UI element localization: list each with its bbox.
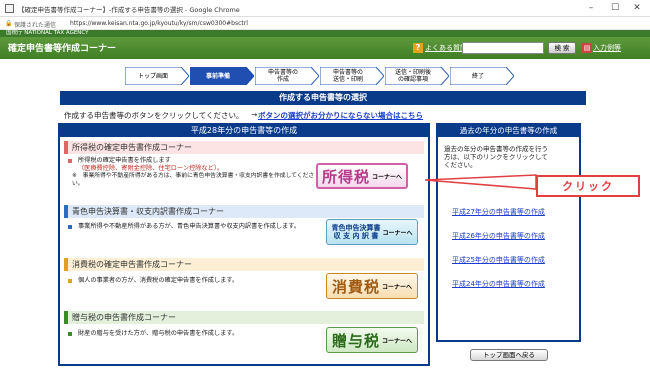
panel-title: 過去の年分の申告書等の作成 xyxy=(459,126,558,135)
button-label: 所得税 xyxy=(321,167,370,186)
button-label: 消費税 xyxy=(331,277,380,296)
step-label: 事前準備 xyxy=(205,72,230,80)
blue-return-desc: 事業所得や不動産所得がある方が、青色申告決算書や収支内訳書を作成します。 xyxy=(78,223,301,230)
current-year-panel: 平成28年分の申告書等の作成 所得税の確定申告書作成コーナー 所得税の確定申告書… xyxy=(58,123,430,366)
step-confirm: 送信・印刷後 の確認事項 xyxy=(385,67,449,85)
button-suffix: コーナーへ xyxy=(382,337,413,345)
help-selection-link[interactable]: ボタンの選択がお分かりにならない場合はこちら xyxy=(258,110,423,121)
page-title: 作成する申告書等の選択 xyxy=(60,91,586,105)
step-preparation: 事前準備 xyxy=(190,67,254,85)
url-text[interactable]: https://www.keisan.nta.go.jp/kyoutu/ky/s… xyxy=(70,20,248,27)
button-suffix: コーナーへ xyxy=(382,229,413,237)
income-tax-description: 所得税の確定申告書を作成します （医療費控除、寄附金控除、住宅ローン控除など）。… xyxy=(72,157,323,188)
consumption-tax-heading: 消費税の確定申告書作成コーナー xyxy=(64,258,424,271)
panel-body: 所得税の確定申告書作成コーナー 所得税の確定申告書を作成します （医療費控除、寄… xyxy=(60,137,428,364)
lock-icon: 🔒 xyxy=(5,20,13,27)
past-years-panel: 過去の年分の申告書等の作成 過去の年分の申告書等の作成を行う方は、以下のリンクを… xyxy=(436,123,581,342)
bullet-icon xyxy=(68,225,72,229)
year-link-h25[interactable]: 平成25年分の申告書等の作成 xyxy=(452,255,545,265)
bullet-icon xyxy=(68,159,72,163)
browser-titlebar: 【確定申告書等作成コーナー】-作成する申告書等の選択 - Google Chro… xyxy=(0,0,650,17)
search-button[interactable]: 検 索 xyxy=(548,42,576,54)
faq-link[interactable]: よくある質問 xyxy=(425,43,467,53)
step-top: トップ画面 xyxy=(125,67,189,85)
button-label-top: 青色申告決算書 xyxy=(331,224,381,232)
search-input[interactable] xyxy=(462,42,544,54)
income-tax-note: ※ 事業所得や不動産所得がある方は、事前に青色申告決算書・収支内訳書を作成してく… xyxy=(72,173,315,187)
button-label-bottom: 収 支 内 訳 書 xyxy=(333,232,379,240)
address-bar[interactable]: 🔒 保護された通信 https://www.keisan.nta.go.jp/k… xyxy=(0,17,650,30)
page-favicon-icon xyxy=(5,4,14,13)
bullet-icon xyxy=(68,332,72,336)
step-label: 申告書等の 作成 xyxy=(267,69,298,83)
income-tax-desc-line1: 所得税の確定申告書を作成します xyxy=(78,157,171,164)
gift-tax-desc: 財産の贈与を受けた方が、贈与税の申告書を作成します。 xyxy=(78,330,239,337)
year-link-h27[interactable]: 平成27年分の申告書等の作成 xyxy=(452,207,545,217)
gift-tax-button[interactable]: 贈与税 コーナーへ xyxy=(326,327,418,353)
maximize-icon[interactable]: ☐ xyxy=(604,2,626,14)
click-annotation: クリック xyxy=(536,175,640,197)
help-link[interactable]: 入力例等 xyxy=(593,43,621,53)
step-create: 申告書等の 作成 xyxy=(255,67,319,85)
corner-title: 確定申告書等作成コーナー xyxy=(8,44,117,54)
blue-return-button[interactable]: 青色申告決算書 収 支 内 訳 書 コーナーへ xyxy=(326,219,418,245)
button-label-stack: 青色申告決算書 収 支 内 訳 書 xyxy=(331,224,380,240)
panel-title: 平成28年分の申告書等の作成 xyxy=(190,126,298,135)
year-link-h24[interactable]: 平成24年分の申告書等の作成 xyxy=(452,279,545,289)
minimize-icon[interactable]: – xyxy=(580,2,602,14)
step-label: 送信・印刷後 の確認事項 xyxy=(394,69,431,83)
window-title: 【確定申告書等作成コーナー】-作成する申告書等の選択 - Google Chro… xyxy=(18,6,240,14)
security-label: 保護された通信 xyxy=(14,22,57,29)
site-header: 確定申告書等作成コーナー ? よくある質問 検 索 ▤ 入力例等 xyxy=(0,37,650,59)
arrow-icon: → xyxy=(251,110,258,119)
agency-name: 国税庁 NATIONAL TAX AGENCY xyxy=(6,30,89,36)
book-icon: ▤ xyxy=(582,43,592,53)
year-link-h26[interactable]: 平成26年分の申告書等の作成 xyxy=(452,231,545,241)
past-years-desc: 過去の年分の申告書等の作成を行う方は、以下のリンクをクリックしてください。 xyxy=(444,145,548,169)
income-tax-button[interactable]: 所得税 コーナーへ xyxy=(316,163,408,189)
button-suffix: コーナーへ xyxy=(382,283,413,291)
callout-pointer xyxy=(425,174,537,190)
step-label: トップ画面 xyxy=(137,72,168,80)
question-icon: ? xyxy=(413,43,423,53)
instruction-text: 作成する申告書等のボタンをクリックしてください。 xyxy=(64,111,244,120)
consumption-tax-desc: 個人の事業者の方が、消費税の確定申告書を作成します。 xyxy=(78,277,239,284)
agency-bar: 国税庁 NATIONAL TAX AGENCY xyxy=(0,30,650,37)
step-label: 終了 xyxy=(471,72,484,80)
back-to-top-button[interactable]: トップ画面へ戻る xyxy=(470,349,548,361)
close-icon[interactable]: ✕ xyxy=(626,2,648,14)
button-label: 贈与税 xyxy=(331,331,380,350)
income-tax-heading: 所得税の確定申告書作成コーナー xyxy=(64,141,424,154)
bullet-icon xyxy=(68,279,72,283)
step-send-print: 申告書等の 送信・印刷 xyxy=(320,67,384,85)
step-end: 終了 xyxy=(450,67,514,85)
consumption-tax-button[interactable]: 消費税 コーナーへ xyxy=(326,273,418,299)
blue-return-heading: 青色申告決算書・収支内訳書作成コーナー xyxy=(64,205,424,218)
step-navigation: トップ画面 事前準備 申告書等の 作成 申告書等の 送信・印刷 送信・印刷後 の… xyxy=(0,59,650,88)
button-suffix: コーナーへ xyxy=(372,173,403,181)
step-label: 申告書等の 送信・印刷 xyxy=(332,69,363,83)
income-tax-desc-line2: （医療費控除、寄附金控除、住宅ローン控除など）。 xyxy=(78,164,224,172)
gift-tax-heading: 贈与税の申告書作成コーナー xyxy=(64,311,424,324)
